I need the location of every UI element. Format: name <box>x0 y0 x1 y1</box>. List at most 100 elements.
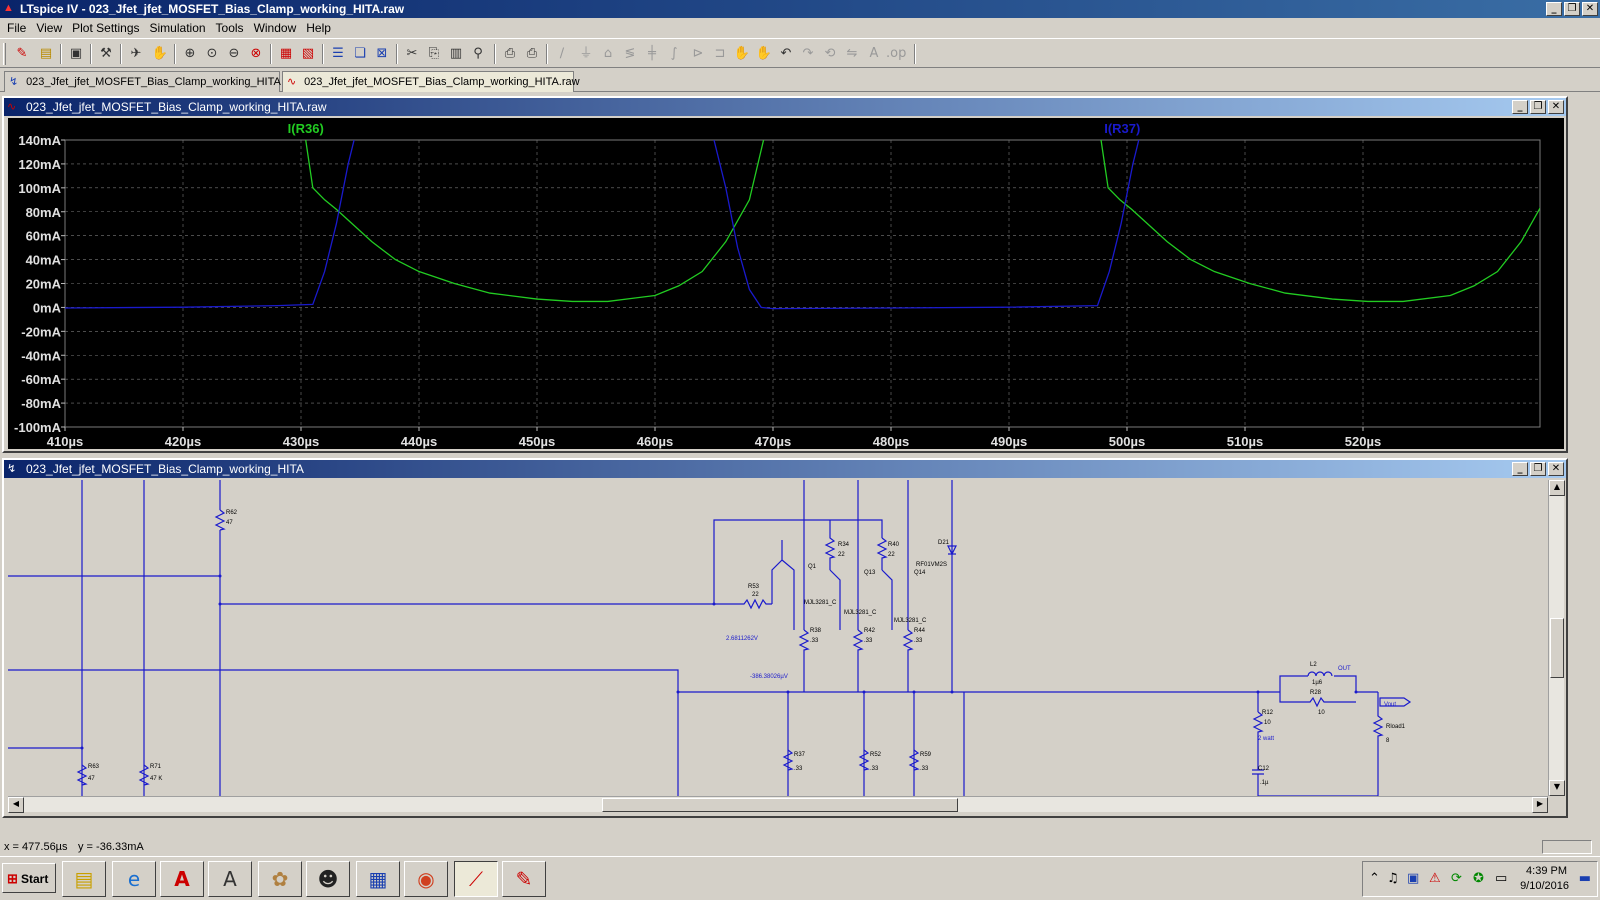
resistor-icon[interactable]: ≶ <box>620 44 640 64</box>
minimize-button[interactable]: _ <box>1512 100 1528 114</box>
zoom-fit-icon[interactable]: ⊗ <box>246 44 266 64</box>
minimize-button[interactable]: _ <box>1512 462 1528 476</box>
open-folder-icon[interactable]: ▤ <box>36 44 56 64</box>
close-button[interactable]: ✕ <box>1582 2 1598 16</box>
security-icon[interactable]: ⚠ <box>1429 871 1441 886</box>
move-hand-icon[interactable]: ✋ <box>732 44 752 64</box>
paint-icon[interactable]: ✿ <box>258 861 302 897</box>
plot-setup-icon[interactable]: ▧ <box>298 44 318 64</box>
resistor-r12-c12[interactable] <box>1252 711 1379 796</box>
scroll-left-icon[interactable]: ◀ <box>8 797 24 813</box>
internet-explorer-icon[interactable]: e <box>112 861 156 897</box>
resistor-r34[interactable] <box>824 520 836 570</box>
zoom-pan-icon[interactable]: ⊙ <box>202 44 222 64</box>
vertical-scrollbar[interactable]: ▲ ▼ <box>1548 480 1565 796</box>
print-icon[interactable]: ⎙ <box>522 44 542 64</box>
ltspice-taskbar-icon[interactable]: ⟋ <box>454 861 498 897</box>
close-window-icon[interactable]: ⊠ <box>372 44 392 64</box>
transistor-q1[interactable] <box>771 540 795 630</box>
undo-icon[interactable]: ↶ <box>776 44 796 64</box>
menu-help[interactable]: Help <box>301 21 336 35</box>
volume-icon[interactable]: ♫ <box>1387 871 1399 886</box>
capacitor-icon[interactable]: ╪ <box>642 44 662 64</box>
menu-file[interactable]: File <box>2 21 31 35</box>
tab-waveform[interactable]: ∿ 023_Jfet_jfet_MOSFET_Bias_Clamp_workin… <box>282 71 580 92</box>
waveform-chart[interactable]: 410µs 420µs 430µs 440µs 450µs 460µs 470µs 480µs… <box>8 118 1564 449</box>
inductor-icon[interactable]: ∫ <box>664 44 684 64</box>
mirror-icon[interactable]: ⇋ <box>842 44 862 64</box>
resistor-r40[interactable] <box>876 537 888 570</box>
sync-icon[interactable]: ✪ <box>1473 871 1484 886</box>
chrome-icon[interactable]: ◉ <box>404 861 448 897</box>
spice-directive-icon[interactable]: .op <box>886 44 906 64</box>
close-button[interactable]: ✕ <box>1548 100 1564 114</box>
clock-time[interactable]: 4:39 PM <box>1526 865 1567 877</box>
restore-button[interactable]: ❐ <box>1530 462 1546 476</box>
transistor-q13-q14[interactable] <box>829 569 893 630</box>
scroll-thumb[interactable] <box>602 798 958 812</box>
calculator-icon[interactable]: ▦ <box>356 861 400 897</box>
restore-button[interactable]: ❐ <box>1530 100 1546 114</box>
find-icon[interactable]: ⚲ <box>468 44 488 64</box>
halt-hand-icon[interactable]: ✋ <box>150 44 170 64</box>
tray-expand-icon[interactable]: ⌃ <box>1369 871 1380 886</box>
rotate-icon[interactable]: ⟲ <box>820 44 840 64</box>
label-net-icon[interactable]: ⌂ <box>598 44 618 64</box>
clock-date[interactable]: 9/10/2016 <box>1520 880 1569 892</box>
new-schematic-icon[interactable]: ✎ <box>12 44 32 64</box>
menu-simulation[interactable]: Simulation <box>145 21 211 35</box>
resistor-r38[interactable] <box>798 629 810 692</box>
menu-window[interactable]: Window <box>249 21 302 35</box>
tab-schematic[interactable]: ↯ 023_Jfet_jfet_MOSFET_Bias_Clamp_workin… <box>4 71 281 92</box>
save-icon[interactable]: ▣ <box>66 44 86 64</box>
menu-tools[interactable]: Tools <box>211 21 249 35</box>
minimize-button[interactable]: _ <box>1546 2 1562 16</box>
zoom-in-icon[interactable]: ⊕ <box>180 44 200 64</box>
network-icon[interactable]: ▣ <box>1407 871 1419 886</box>
horizontal-scrollbar[interactable]: ◀ ▶ <box>8 796 1548 813</box>
tile-horizontal-icon[interactable]: ☰ <box>328 44 348 64</box>
scroll-thumb[interactable] <box>1550 618 1564 678</box>
scroll-up-icon[interactable]: ▲ <box>1549 480 1565 496</box>
zoom-out-icon[interactable]: ⊖ <box>224 44 244 64</box>
show-desktop-icon[interactable]: ▬ <box>1579 871 1591 886</box>
update-icon[interactable]: ⟳ <box>1451 871 1462 886</box>
restore-button[interactable]: ❐ <box>1564 2 1580 16</box>
cascade-icon[interactable]: ❏ <box>350 44 370 64</box>
display-icon[interactable]: ▭ <box>1495 871 1507 886</box>
resistor-r44[interactable] <box>902 629 914 692</box>
autocad-15-icon[interactable]: A <box>208 861 252 897</box>
schematic-canvas[interactable]: R62 47 R63 47 R71 47 K R53 22 Q1 R34 22 … <box>8 480 1544 796</box>
waveform-plot[interactable]: 410µs 420µs 430µs 440µs 450µs 460µs 470µs 480µs… <box>8 118 1564 449</box>
close-button[interactable]: ✕ <box>1548 462 1564 476</box>
schematic-drawing[interactable]: R62 47 R63 47 R71 47 K R53 22 Q1 R34 22 … <box>8 480 1544 796</box>
component-icon[interactable]: ⊐ <box>710 44 730 64</box>
autorange-icon[interactable]: ▦ <box>276 44 296 64</box>
scroll-down-icon[interactable]: ▼ <box>1549 780 1565 796</box>
cut-icon[interactable]: ✂ <box>402 44 422 64</box>
resistor-r53[interactable] <box>714 598 772 610</box>
menu-plot-settings[interactable]: Plot Settings <box>67 21 144 35</box>
adobe-reader-icon[interactable]: ✎ <box>502 861 546 897</box>
scroll-right-icon[interactable]: ▶ <box>1532 797 1548 813</box>
alien-icon[interactable]: ☻ <box>306 861 350 897</box>
autocad-icon[interactable]: A <box>160 861 204 897</box>
copy-icon[interactable]: ⎘ <box>424 44 444 64</box>
ground-icon[interactable]: ⏚ <box>576 44 596 64</box>
text-icon[interactable]: A <box>864 44 884 64</box>
inductor-l2[interactable] <box>1307 671 1333 677</box>
paste-icon[interactable]: ▥ <box>446 44 466 64</box>
resistor-r42[interactable] <box>852 629 864 692</box>
resistor-rload1[interactable] <box>1372 692 1384 744</box>
redo-icon[interactable]: ↷ <box>798 44 818 64</box>
resistor-r62[interactable] <box>214 509 226 531</box>
start-button[interactable]: ⊞ Start <box>2 863 56 893</box>
menu-view[interactable]: View <box>31 21 67 35</box>
file-explorer-icon[interactable]: ▤ <box>62 861 106 897</box>
diode-icon[interactable]: ⊳ <box>688 44 708 64</box>
print-preview-icon[interactable]: ⎙ <box>500 44 520 64</box>
wire-icon[interactable]: ∕ <box>552 44 572 64</box>
control-panel-icon[interactable]: ⚒ <box>96 44 116 64</box>
drag-hand-icon[interactable]: ✋ <box>754 44 774 64</box>
run-icon[interactable]: ✈ <box>126 44 146 64</box>
